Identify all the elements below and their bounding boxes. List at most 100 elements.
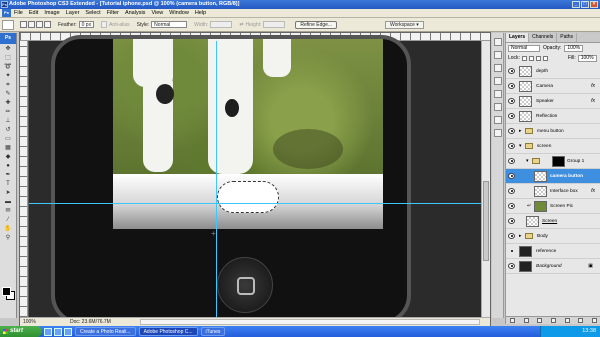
shape-tool-icon[interactable]: ▬ bbox=[3, 199, 14, 206]
lock-transparency-icon[interactable] bbox=[521, 55, 527, 61]
ps-menu-logo-icon[interactable]: Ps bbox=[2, 9, 11, 17]
eye-icon[interactable] bbox=[508, 83, 515, 89]
zoom-tool-icon[interactable]: ⚲ bbox=[3, 235, 14, 242]
vertical-scrollbar[interactable] bbox=[481, 41, 490, 317]
eye-icon[interactable] bbox=[508, 173, 515, 179]
layer-row[interactable]: Interface box fx bbox=[506, 184, 600, 199]
swap-icon[interactable]: ⇄ bbox=[239, 22, 243, 28]
start-button[interactable]: start bbox=[0, 326, 42, 337]
layer-effects-icon[interactable]: fx bbox=[591, 79, 595, 94]
history-brush-tool-icon[interactable]: ↺ bbox=[3, 127, 14, 134]
feather-input[interactable]: 0 px bbox=[78, 21, 95, 28]
notes-tool-icon[interactable]: ✉ bbox=[3, 208, 14, 215]
new-layer-icon[interactable] bbox=[578, 318, 584, 323]
antialias-checkbox[interactable]: Anti-alias bbox=[101, 21, 130, 28]
tab-channels[interactable]: Channels bbox=[529, 33, 558, 42]
layer-row[interactable]: Screen bbox=[506, 214, 600, 229]
taskbar-item-photoshop[interactable]: Adobe Photoshop C... bbox=[138, 327, 198, 336]
expand-triangle-icon[interactable]: ▸ bbox=[519, 124, 522, 139]
collapse-triangle-icon[interactable]: ▾ bbox=[519, 139, 522, 154]
style-select[interactable]: Normal bbox=[151, 21, 188, 28]
eye-icon[interactable] bbox=[508, 203, 515, 209]
eyedropper-tool-icon[interactable]: ⁄ bbox=[3, 217, 14, 224]
layer-row[interactable]: depth bbox=[506, 64, 600, 79]
lock-all-icon[interactable] bbox=[542, 55, 548, 61]
layer-group-row[interactable]: ▾ screen bbox=[506, 139, 600, 154]
pen-tool-icon[interactable]: ✒ bbox=[3, 172, 14, 179]
quicklaunch-desktop-icon[interactable] bbox=[64, 327, 72, 336]
layer-row-selected[interactable]: camera button bbox=[506, 169, 600, 184]
eye-icon[interactable] bbox=[508, 113, 515, 119]
adjustment-layer-icon[interactable] bbox=[550, 318, 556, 323]
healing-brush-tool-icon[interactable]: ✚ bbox=[3, 100, 14, 107]
fill-input[interactable]: 100% bbox=[577, 54, 597, 62]
blur-tool-icon[interactable]: ◆ bbox=[3, 154, 14, 161]
styles-panel-icon[interactable] bbox=[493, 103, 502, 111]
eye-icon[interactable] bbox=[508, 68, 515, 74]
intersect-selection-icon[interactable] bbox=[44, 21, 51, 28]
navigator-panel-icon[interactable] bbox=[493, 64, 502, 72]
opacity-input[interactable]: 100% bbox=[564, 44, 584, 52]
move-tool-icon[interactable]: ✥ bbox=[3, 46, 14, 53]
close-icon[interactable]: × bbox=[590, 1, 598, 8]
maximize-icon[interactable]: □ bbox=[581, 1, 589, 8]
quicklaunch-media-icon[interactable] bbox=[54, 327, 62, 336]
zoom-level[interactable]: 100% bbox=[23, 318, 36, 326]
eye-icon[interactable] bbox=[508, 143, 515, 149]
layer-mask-thumbnail[interactable] bbox=[552, 156, 565, 167]
eye-icon[interactable] bbox=[508, 218, 515, 224]
gradient-tool-icon[interactable]: ▦ bbox=[3, 145, 14, 152]
layer-group-row[interactable]: ▸ menu button bbox=[506, 124, 600, 139]
eye-icon[interactable] bbox=[508, 188, 515, 194]
new-group-icon[interactable] bbox=[564, 318, 570, 323]
eye-icon[interactable] bbox=[508, 263, 515, 269]
width-input[interactable] bbox=[210, 21, 233, 28]
lock-position-icon[interactable] bbox=[535, 55, 541, 61]
taskbar-item-itunes[interactable]: iTunes bbox=[200, 327, 226, 336]
lasso-tool-icon[interactable]: ➰ bbox=[3, 64, 14, 71]
menu-layer[interactable]: Layer bbox=[66, 9, 80, 18]
menu-edit[interactable]: Edit bbox=[29, 9, 38, 18]
menu-filter[interactable]: Filter bbox=[107, 9, 119, 18]
menu-help[interactable]: Help bbox=[195, 9, 206, 18]
doc-size[interactable]: Doc: 23.6M/76.7M bbox=[70, 318, 111, 326]
brushes-panel-icon[interactable] bbox=[493, 116, 502, 124]
type-tool-icon[interactable]: T bbox=[3, 181, 14, 188]
brush-tool-icon[interactable]: ✏ bbox=[3, 109, 14, 116]
menu-window[interactable]: Window bbox=[169, 9, 189, 18]
lock-pixels-icon[interactable] bbox=[528, 55, 534, 61]
quicklaunch-ie-icon[interactable] bbox=[44, 327, 52, 336]
camera-button-selection[interactable] bbox=[217, 181, 279, 213]
new-selection-icon[interactable] bbox=[20, 21, 27, 28]
path-selection-tool-icon[interactable]: ➤ bbox=[3, 190, 14, 197]
menu-select[interactable]: Select bbox=[85, 9, 100, 18]
layer-row[interactable]: Camera fx bbox=[506, 79, 600, 94]
layer-row[interactable]: ↵ Screen Pic bbox=[506, 199, 600, 214]
color-panel-icon[interactable] bbox=[493, 77, 502, 85]
crop-tool-icon[interactable]: ⌗ bbox=[3, 82, 14, 89]
actions-panel-icon[interactable] bbox=[493, 51, 502, 59]
delete-layer-icon[interactable] bbox=[591, 318, 597, 323]
add-mask-icon[interactable] bbox=[537, 318, 543, 323]
blend-mode-select[interactable]: Normal bbox=[508, 44, 540, 52]
history-panel-icon[interactable] bbox=[493, 38, 502, 46]
minimize-icon[interactable]: _ bbox=[572, 1, 580, 8]
add-style-icon[interactable] bbox=[523, 318, 529, 323]
foreground-color-swatch[interactable] bbox=[2, 287, 11, 296]
dodge-tool-icon[interactable]: ● bbox=[3, 163, 14, 170]
layer-group-row[interactable]: ▾ Group 1 bbox=[506, 154, 600, 169]
height-input[interactable] bbox=[263, 21, 286, 28]
vertical-ruler[interactable] bbox=[20, 41, 28, 317]
horizontal-scrollbar[interactable] bbox=[140, 319, 480, 325]
marquee-tool-icon[interactable]: ⬚ bbox=[3, 55, 14, 62]
collapse-triangle-icon[interactable]: ▾ bbox=[526, 154, 529, 169]
eye-icon[interactable] bbox=[508, 158, 515, 164]
workspace-button[interactable]: Workspace ▾ bbox=[385, 21, 424, 29]
layer-effects-icon[interactable]: fx bbox=[591, 184, 595, 199]
refine-edge-button[interactable]: Refine Edge... bbox=[295, 20, 338, 29]
subtract-selection-icon[interactable] bbox=[36, 21, 43, 28]
menu-analysis[interactable]: Analysis bbox=[125, 9, 145, 18]
layer-row[interactable]: reference bbox=[506, 244, 600, 259]
add-selection-icon[interactable] bbox=[28, 21, 35, 28]
taskbar-item-browser[interactable]: Create a Photo Reali... bbox=[75, 327, 136, 336]
